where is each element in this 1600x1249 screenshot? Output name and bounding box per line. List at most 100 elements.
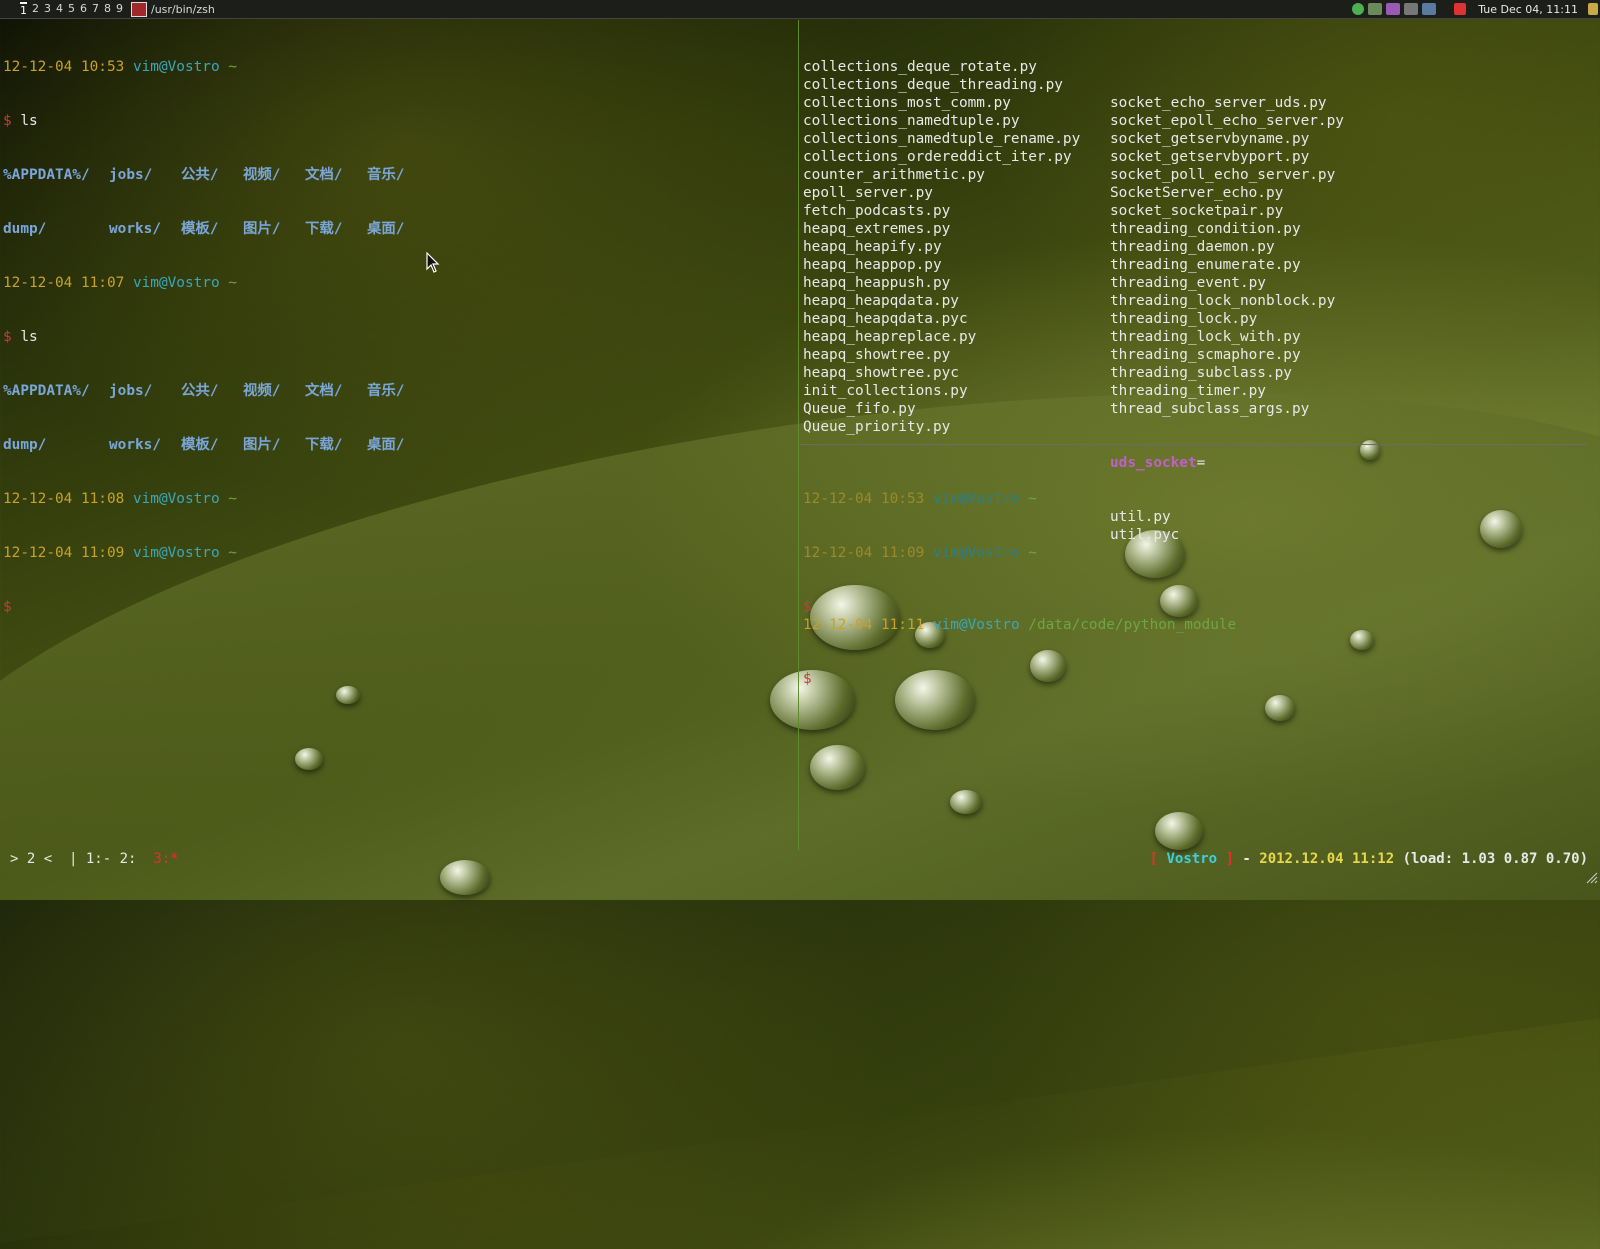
file-entry: threading_daemon.py [1110, 239, 1275, 255]
directory-entry: 下载/ [305, 437, 343, 453]
workspace-1[interactable]: 1 [20, 1, 27, 17]
prompt-line: 12-12-04 11:07 vim@Vostro ~ [3, 275, 237, 291]
resize-grip-icon[interactable] [1584, 870, 1598, 884]
prompt-line: 12-12-04 11:09 vim@Vostro ~ [3, 545, 237, 561]
file-entry: threading_scmaphore.py [1110, 347, 1301, 363]
workspace-6[interactable]: 6 [80, 2, 87, 17]
tmux-status-bar: > 2 < | 1:- 2: 3:* [ Vostro ] - 2012.12.… [0, 848, 1600, 870]
file-entry: socket_socketpair.py [1110, 203, 1284, 219]
command-line: $ [803, 599, 812, 615]
file-entry: util.pyc [1110, 527, 1180, 543]
file-entry: socket_getservbyname.py [1110, 131, 1310, 147]
file-entry: heapq_extremes.py [803, 221, 951, 237]
prompt-line: 12-12-04 11:08 vim@Vostro ~ [3, 491, 237, 507]
directory-entry: dump/ [3, 221, 47, 237]
file-entry: fetch_podcasts.py [803, 203, 951, 219]
file-entry: socket_poll_echo_server.py [1110, 167, 1336, 183]
directory-entry: 下载/ [305, 221, 343, 237]
directory-entry: 视频/ [243, 383, 281, 399]
directory-entry: dump/ [3, 437, 47, 453]
directory-entry: %APPDATA%/ [3, 383, 90, 399]
file-entry: collections_deque_rotate.py [803, 59, 1037, 75]
file-entry: heapq_showtree.py [803, 347, 951, 363]
file-entry: epoll_server.py [803, 185, 933, 201]
vertical-pane-divider[interactable] [798, 20, 799, 850]
workspace-8[interactable]: 8 [104, 2, 111, 17]
directory-entry: jobs/ [109, 383, 153, 399]
file-entry: socket_echo_server_uds.py [1110, 95, 1327, 111]
gear-icon[interactable] [1386, 3, 1401, 15]
workspace-7[interactable]: 7 [92, 2, 99, 17]
file-entry: thread_subclass_args.py [1110, 401, 1310, 417]
file-entry: heapq_heapqdata.pyc [803, 311, 968, 327]
file-entry: threading_timer.py [1110, 383, 1266, 399]
file-entry: collections_deque_threading.py [803, 77, 1063, 93]
host-status: [ Vostro ] - 2012.12.04 11:12 (load: 1.0… [1149, 851, 1588, 867]
ls-output-row: %APPDATA%/ jobs/公共/视频/文档/音乐/ [3, 166, 429, 184]
window-title[interactable]: /usr/bin/zsh [151, 3, 215, 16]
file-entry: collections_most_comm.py [803, 95, 1011, 111]
prompt-line: 12-12-04 10:53 vim@Vostro ~ [803, 491, 1037, 507]
file-entry: threading_lock_nonblock.py [1110, 293, 1336, 309]
keyboard-icon[interactable] [1404, 3, 1419, 15]
command-line: $ ls [3, 329, 38, 345]
workspace-4[interactable]: 4 [56, 2, 63, 17]
file-entry: socket_epoll_echo_server.py [1110, 113, 1344, 129]
directory-entry: works/ [109, 437, 161, 453]
search-icon[interactable] [1422, 3, 1437, 15]
file-entry: heapq_heapqdata.py [803, 293, 959, 309]
update-icon[interactable] [1368, 3, 1383, 15]
network-icon[interactable] [1352, 3, 1365, 15]
directory-entry: 公共/ [181, 383, 219, 399]
file-entry: threading_enumerate.py [1110, 257, 1301, 273]
file-entry: socket_getservbyport.py [1110, 149, 1310, 165]
directory-entry: %APPDATA%/ [3, 167, 90, 183]
system-tray: Tue Dec 04, 11:11 [1352, 0, 1600, 18]
directory-entry: 模板/ [181, 221, 219, 237]
directory-entry: 图片/ [243, 221, 281, 237]
ls-output-row: dump/works/模板/图片/下载/桌面/ [3, 220, 429, 238]
directory-entry: 公共/ [181, 167, 219, 183]
command-line: $ [803, 671, 812, 687]
file-entry: counter_arithmetic.py [803, 167, 985, 183]
command-line: $ ls [3, 113, 38, 129]
file-column-2: socket_echo_server_uds.py socket_epoll_ec… [1110, 58, 1344, 580]
file-entry: heapq_heappop.py [803, 257, 942, 273]
directory-entry: 图片/ [243, 437, 281, 453]
workspace-3[interactable]: 3 [44, 2, 51, 17]
terminal-pane-left[interactable]: 12-12-04 10:53 vim@Vostro ~ $ ls %APPDAT… [3, 22, 429, 634]
workspace-switcher[interactable]: 123456789 [20, 1, 123, 17]
file-entry: uds_socket= [1110, 455, 1206, 471]
clock[interactable]: Tue Dec 04, 11:11 [1478, 3, 1578, 16]
file-entry: util.py [1110, 509, 1171, 525]
directory-entry: 文档/ [305, 167, 343, 183]
prompt-line: 12-12-04 10:53 vim@Vostro ~ [3, 59, 237, 75]
top-panel: 123456789 /usr/bin/zsh Tue Dec 04, 11:11 [0, 0, 1600, 19]
workspace-2[interactable]: 2 [32, 2, 39, 17]
file-entry: threading_condition.py [1110, 221, 1301, 237]
file-entry: Queue_priority.py [803, 419, 951, 435]
directory-entry: 音乐/ [367, 383, 405, 399]
workspace-9[interactable]: 9 [116, 2, 123, 17]
directory-entry: 视频/ [243, 167, 281, 183]
directory-entry: jobs/ [109, 167, 153, 183]
battery-icon[interactable] [1588, 3, 1598, 15]
directory-entry: 模板/ [181, 437, 219, 453]
ls-output-row: dump/works/模板/图片/下载/桌面/ [3, 436, 429, 454]
mouse-pointer-icon [426, 252, 440, 273]
window-list[interactable]: > 2 < | 1:- 2: 3:* [10, 848, 179, 870]
terminal-pane-bottom-right[interactable]: 12-12-04 10:53 vim@Vostro ~ 12-12-04 11:… [803, 454, 1037, 634]
directory-entry: 音乐/ [367, 167, 405, 183]
workspace-5[interactable]: 5 [68, 2, 75, 17]
file-entry: threading_subclass.py [1110, 365, 1292, 381]
qq-penguin-icon[interactable] [1454, 3, 1467, 15]
file-entry: collections_namedtuple_rename.py [803, 131, 1081, 147]
current-window: 3:* [153, 851, 179, 867]
directory-entry: 桌面/ [367, 437, 405, 453]
file-entry: collections_ordereddict_iter.py [803, 149, 1072, 165]
file-entry: init_collections.py [803, 383, 968, 399]
directory-entry: works/ [109, 221, 161, 237]
file-entry: heapq_showtree.pyc [803, 365, 959, 381]
file-entry: heapq_heapify.py [803, 239, 942, 255]
terminal-icon [131, 1, 147, 17]
